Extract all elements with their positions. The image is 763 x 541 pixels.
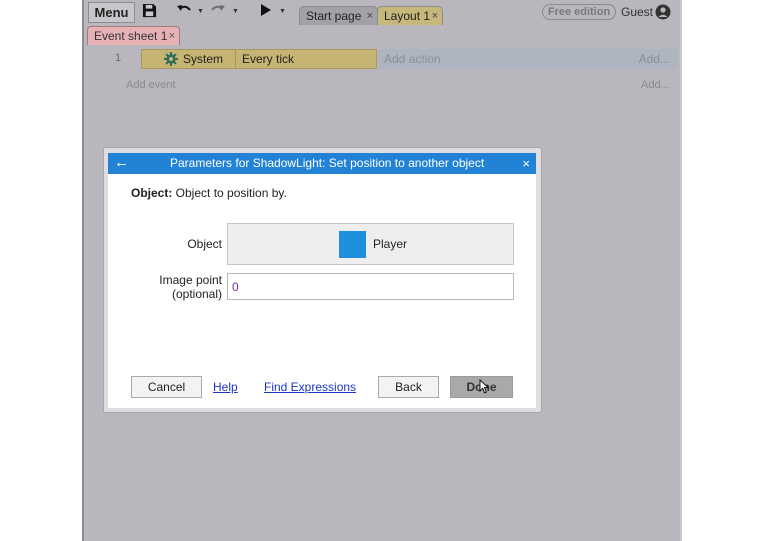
user-label[interactable]: Guest — [621, 4, 653, 20]
close-icon[interactable]: × — [367, 7, 373, 25]
add-event-link[interactable]: Add event — [126, 79, 176, 91]
dialog-title-bar: ← Parameters for ShadowLight: Set positi… — [108, 153, 536, 174]
find-expressions-link[interactable]: Find Expressions — [264, 380, 356, 394]
tab-layout-1[interactable]: Layout 1 × — [377, 6, 443, 25]
parameters-dialog: ← Parameters for ShadowLight: Set positi… — [108, 153, 536, 408]
tab-label: Event sheet 1 — [94, 29, 168, 43]
close-icon[interactable]: × — [432, 7, 438, 25]
object-picker-button[interactable]: Player — [227, 223, 514, 265]
condition-text: Every tick — [242, 52, 295, 66]
add-link[interactable]: Add... — [641, 79, 670, 91]
add-action-link[interactable]: Add action — [384, 52, 441, 66]
close-icon[interactable]: × — [522, 153, 530, 174]
condition-object: System — [183, 52, 224, 66]
edition-badge[interactable]: Free edition — [542, 4, 616, 20]
add-link[interactable]: Add... — [639, 52, 670, 66]
play-icon[interactable] — [260, 3, 272, 21]
save-icon[interactable] — [142, 3, 157, 21]
undo-icon[interactable] — [176, 3, 192, 21]
help-link[interactable]: Help — [213, 380, 238, 394]
dialog-title: Parameters for ShadowLight: Set position… — [170, 156, 485, 170]
tab-label: Start page — [306, 9, 362, 23]
user-icon[interactable] — [655, 4, 671, 20]
image-point-input[interactable] — [227, 273, 514, 300]
play-dropdown-icon[interactable]: ▼ — [279, 4, 286, 20]
tab-event-sheet-1[interactable]: Event sheet 1 × — [87, 26, 180, 45]
back-arrow-icon[interactable]: ← — [114, 153, 130, 174]
tab-label: Layout 1 — [384, 9, 431, 23]
redo-dropdown-icon[interactable]: ▼ — [232, 4, 239, 20]
event-number: 1 — [115, 52, 122, 64]
image-point-optional-label: (optional) — [171, 287, 222, 301]
description-text: Object to position by. — [172, 186, 287, 200]
player-sprite-icon — [339, 231, 366, 258]
cancel-button[interactable]: Cancel — [131, 376, 202, 398]
image-point-label: Image point — [159, 273, 222, 287]
close-icon[interactable]: × — [169, 27, 175, 45]
parameter-description: Object: Object to position by. — [131, 186, 287, 200]
gear-icon — [164, 52, 178, 66]
mouse-cursor-icon — [479, 378, 490, 394]
divider — [235, 50, 236, 68]
redo-icon[interactable] — [210, 3, 226, 21]
event-row: 1 System Every tick Add action Add... — [84, 48, 680, 70]
description-label: Object: — [131, 186, 173, 200]
object-label: Object — [187, 237, 222, 251]
event-actions: Add action Add... — [378, 49, 678, 69]
window-edge-right — [680, 0, 682, 541]
back-button[interactable]: Back — [378, 376, 439, 398]
toolbar: Menu ▼ ▼ ▼ Start page × Layout 1 × Free … — [84, 0, 680, 25]
event-condition[interactable]: System Every tick — [141, 49, 377, 69]
object-name: Player — [373, 237, 408, 251]
menu-button[interactable]: Menu — [88, 2, 135, 23]
undo-dropdown-icon[interactable]: ▼ — [197, 4, 204, 20]
tab-start-page[interactable]: Start page × — [299, 6, 378, 25]
